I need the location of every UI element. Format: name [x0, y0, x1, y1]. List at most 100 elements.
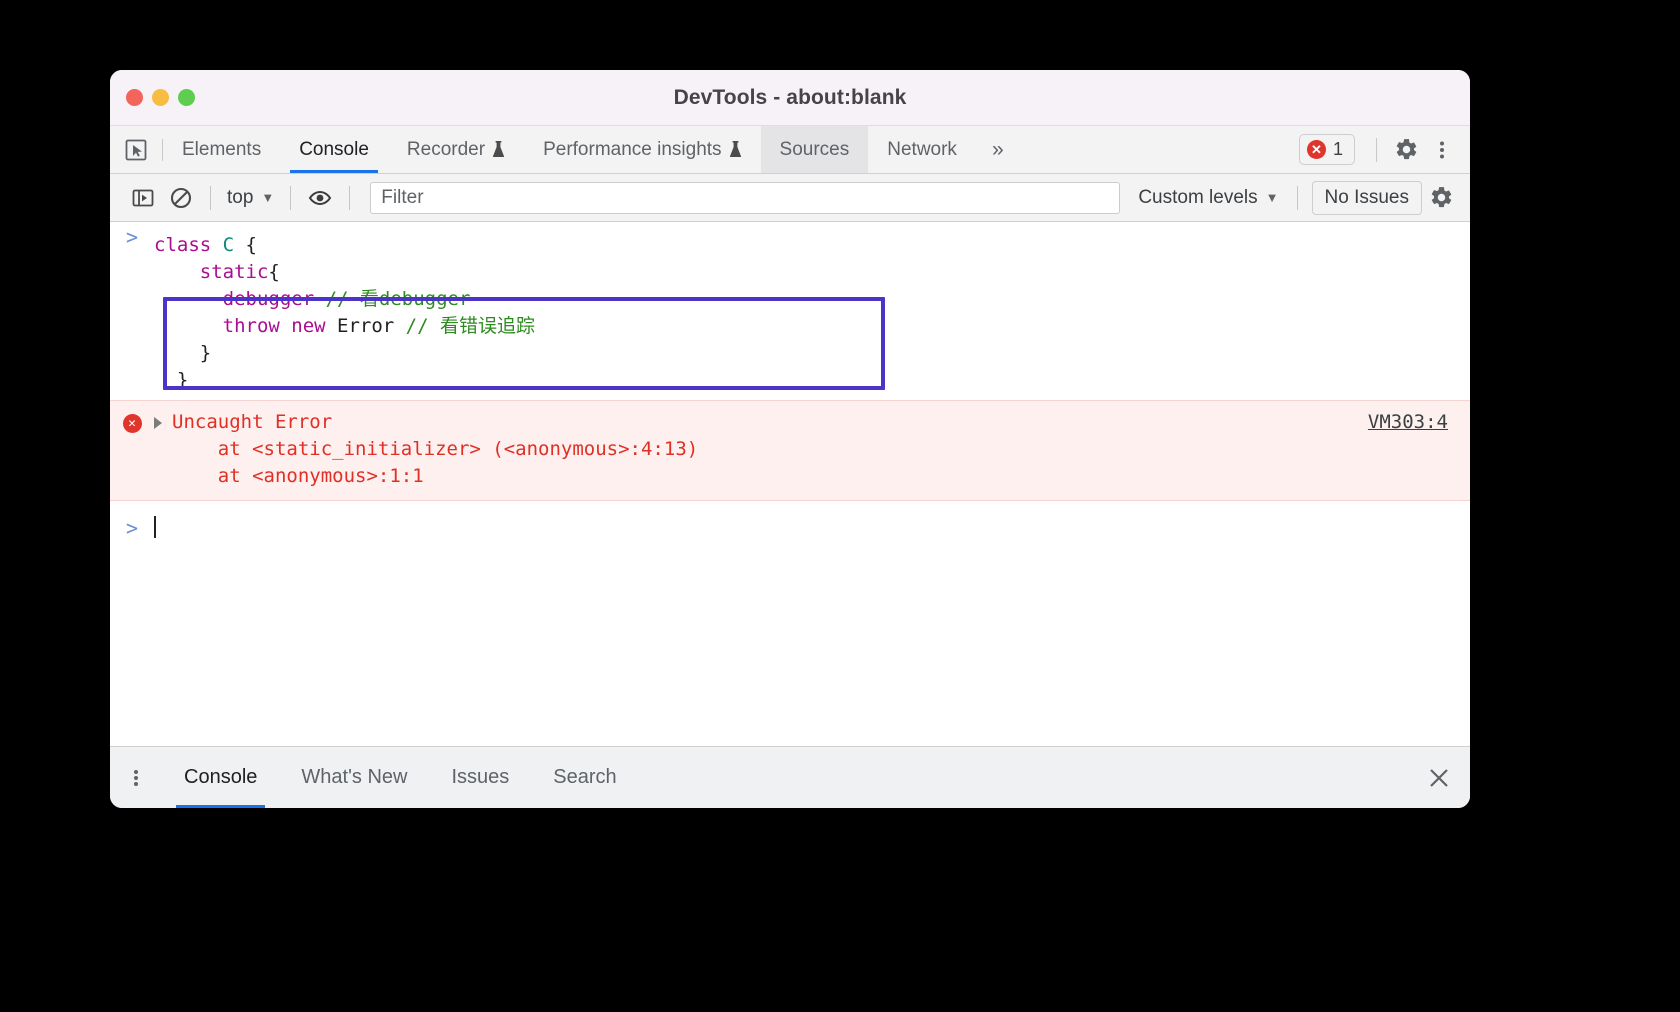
console-sidebar-icon: [132, 189, 154, 206]
more-tabs-button[interactable]: »: [976, 126, 1020, 173]
tab-network[interactable]: Network: [868, 126, 976, 173]
tab-label: Recorder: [406, 138, 486, 160]
chevron-double-right-icon: »: [991, 137, 1004, 161]
log-levels-label: Custom levels: [1138, 186, 1258, 208]
drawer-menu-button[interactable]: [110, 747, 162, 808]
prompt-chevron-icon: >: [125, 515, 139, 540]
toolbar-divider: [1296, 185, 1298, 210]
tab-label: Console: [299, 138, 369, 160]
drawer-tab-label: What's New: [301, 766, 408, 788]
code-token: // 看debugger: [325, 287, 471, 310]
code-token: debugger: [154, 287, 315, 310]
execution-context-selector[interactable]: top ▼: [221, 187, 280, 209]
console-settings-button[interactable]: [1422, 179, 1460, 217]
error-gutter: ✕: [110, 409, 154, 433]
tab-sources[interactable]: Sources: [760, 126, 869, 173]
main-tab-strip: Elements Console Recorder Performance in…: [110, 126, 1470, 174]
filter-input[interactable]: [370, 181, 1121, 214]
window-controls: [110, 89, 195, 106]
close-icon: [1430, 768, 1448, 787]
experiment-flask-icon: [492, 141, 505, 158]
drawer-tab-console[interactable]: Console: [162, 747, 279, 808]
clear-console-icon: [170, 187, 192, 208]
console-message-list[interactable]: > class C { static{ debugger // 看debugge…: [110, 222, 1470, 746]
error-circle-icon: ✕: [122, 413, 142, 433]
code-token: class: [154, 234, 223, 256]
inspect-cursor-icon: [125, 139, 147, 160]
source-location-link[interactable]: VM303:4: [1368, 411, 1448, 433]
toolbar-divider: [210, 185, 211, 210]
log-levels-selector[interactable]: Custom levels ▼: [1130, 187, 1286, 209]
kebab-menu-icon: [1440, 141, 1444, 158]
drawer-tab-label: Search: [553, 766, 617, 788]
close-window-button[interactable]: [126, 89, 143, 106]
drawer-tab-list: Console What's New Issues Search: [162, 747, 1408, 808]
issues-button[interactable]: No Issues: [1311, 180, 1422, 215]
code-token: {: [268, 260, 280, 283]
console-prompt-row[interactable]: >: [110, 501, 1470, 542]
tab-recorder[interactable]: Recorder: [388, 126, 524, 173]
console-error-message[interactable]: ✕ Uncaught Error at <static_initializer>…: [110, 399, 1470, 501]
issues-label: No Issues: [1324, 186, 1409, 208]
title-bar: DevTools - about:blank: [110, 70, 1470, 126]
close-drawer-button[interactable]: [1408, 747, 1470, 808]
tab-label: Sources: [779, 138, 850, 160]
drawer-tab-search[interactable]: Search: [531, 747, 638, 808]
stack-frame: at <static_initializer> (<anonymous>:4:1…: [172, 437, 699, 460]
input-chevron-icon: >: [125, 225, 139, 249]
tab-list: Elements Console Recorder Performance in…: [163, 126, 1299, 173]
toolbar-divider: [290, 185, 292, 210]
minimize-window-button[interactable]: [152, 89, 169, 106]
console-toolbar: top ▼ Custom levels ▼ No Issues: [110, 174, 1470, 222]
console-sidebar-toggle-button[interactable]: [124, 179, 162, 217]
main-menu-button[interactable]: [1424, 132, 1460, 168]
error-title: Uncaught Error: [172, 410, 333, 433]
code-token: throw new: [154, 314, 338, 337]
settings-button[interactable]: [1388, 132, 1424, 168]
code-token: {: [234, 234, 257, 256]
live-expression-button[interactable]: [301, 179, 339, 217]
execution-context-label: top: [227, 186, 254, 208]
code-token: static: [154, 260, 269, 283]
error-count-badge[interactable]: ✕ 1: [1298, 134, 1355, 165]
tab-console[interactable]: Console: [280, 126, 388, 173]
message-gutter: >: [110, 222, 154, 400]
gear-icon: [1396, 139, 1416, 160]
error-text: Uncaught Error at <static_initializer> (…: [170, 409, 1470, 490]
code-token: // 看错误追踪: [405, 314, 535, 337]
tab-elements[interactable]: Elements: [163, 126, 280, 173]
chevron-down-icon: ▼: [1265, 190, 1279, 205]
code-token: }: [154, 341, 212, 364]
text-cursor: [154, 515, 156, 538]
error-count-label: 1: [1332, 139, 1343, 159]
expand-stack-trace-button[interactable]: [154, 409, 170, 429]
tab-performance-insights[interactable]: Performance insights: [524, 126, 760, 173]
stack-frame: at <anonymous>:1:1: [172, 464, 424, 487]
code-token: Error: [337, 314, 406, 337]
experiment-flask-icon: [729, 141, 742, 158]
drawer-tab-issues[interactable]: Issues: [429, 747, 531, 808]
tab-strip-actions: ✕ 1: [1298, 126, 1470, 173]
clear-console-button[interactable]: [162, 179, 200, 217]
live-expression-icon: [309, 190, 332, 205]
drawer-tab-label: Console: [184, 766, 258, 788]
error-circle-icon: ✕: [1306, 140, 1326, 159]
chevron-down-icon: ▼: [261, 190, 275, 205]
drawer-tab-whats-new[interactable]: What's New: [279, 747, 429, 808]
drawer-tab-bar: Console What's New Issues Search: [110, 746, 1470, 808]
console-input-echo: > class C { static{ debugger // 看debugge…: [110, 222, 1470, 400]
action-divider: [1376, 137, 1377, 162]
kebab-menu-icon: [134, 768, 138, 788]
window-title: DevTools - about:blank: [673, 85, 907, 109]
devtools-window: DevTools - about:blank Elements Console …: [110, 70, 1470, 808]
expand-triangle-icon: [154, 416, 162, 429]
maximize-window-button[interactable]: [178, 89, 195, 106]
tab-label: Network: [887, 138, 957, 160]
tab-label: Performance insights: [543, 138, 722, 160]
echoed-source-code: class C { static{ debugger // 看debugger …: [154, 222, 535, 400]
prompt-gutter: >: [110, 513, 154, 542]
gear-icon: [1431, 187, 1451, 208]
toolbar-divider: [349, 185, 351, 210]
inspect-element-button[interactable]: [110, 126, 162, 173]
